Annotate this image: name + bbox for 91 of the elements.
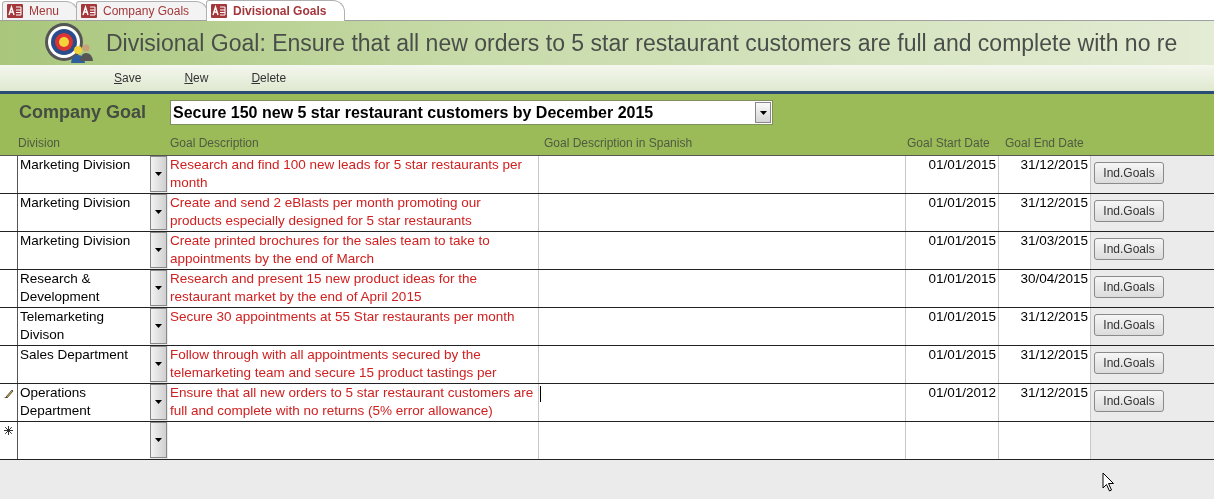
caret-icon (155, 172, 162, 176)
table-cell[interactable]: Research and find 100 new leads for 5 star restaurants per month (168, 156, 539, 193)
table-cell[interactable] (539, 308, 906, 345)
table-cell[interactable] (539, 156, 906, 193)
table-cell[interactable]: Create printed brochures for the sales team to take to appointments by the end of March (168, 232, 539, 269)
table-cell[interactable] (539, 384, 906, 421)
table-cell[interactable]: 31/12/2015 (999, 384, 1091, 421)
table-cell[interactable]: Marketing Division (18, 156, 150, 193)
row-selector[interactable] (0, 346, 18, 383)
app-icon (7, 4, 23, 18)
row-selector[interactable] (0, 422, 18, 459)
document-tab[interactable]: Menu (2, 1, 79, 20)
row-selector[interactable] (0, 308, 18, 345)
table-cell[interactable]: Follow through with all appointments secured by the telemarketing team and secure 15 product tastings per (168, 346, 539, 383)
dropdown-button[interactable] (150, 232, 167, 268)
caret-icon (155, 362, 162, 366)
form-title: Divisional Goal: Ensure that all new orders to 5 star restaurant customers are full and complete with no re (106, 29, 1178, 57)
table-cell[interactable]: 30/04/2015 (999, 270, 1091, 307)
ind-goals-button[interactable]: Ind.Goals (1094, 276, 1164, 298)
table-cell[interactable] (539, 232, 906, 269)
dropdown-button[interactable] (150, 346, 167, 382)
table-cell[interactable]: Telemarketing Divison (18, 308, 150, 345)
table-cell[interactable]: 01/01/2015 (906, 194, 999, 231)
caret-icon (155, 438, 162, 442)
row-selector[interactable] (0, 232, 18, 269)
dropdown-button[interactable] (150, 156, 167, 192)
mouse-pointer-icon (1102, 472, 1115, 492)
caret-icon (759, 110, 767, 115)
table-cell[interactable]: 31/12/2015 (999, 156, 1091, 193)
table-cell[interactable]: 01/01/2015 (906, 156, 999, 193)
ind-goals-button[interactable]: Ind.Goals (1094, 390, 1164, 412)
table-cell[interactable]: 01/01/2015 (906, 346, 999, 383)
app-icon (81, 4, 98, 18)
table-cell[interactable]: 31/12/2015 (999, 194, 1091, 231)
column-header: Division (18, 136, 61, 150)
table-cell[interactable]: 01/01/2012 (906, 384, 999, 421)
toolbar-button[interactable]: Save (110, 69, 146, 87)
table-cell[interactable]: Ensure that all new orders to 5 star restaurant customers are full and complete with no returns (5% error allowance) (168, 384, 539, 421)
dropdown-button[interactable] (150, 422, 167, 458)
table-cell[interactable] (906, 422, 999, 459)
table-cell[interactable] (539, 270, 906, 307)
table-cell[interactable]: Sales Department (18, 346, 150, 383)
app-icon (211, 4, 228, 18)
table-cell[interactable] (18, 422, 150, 459)
new-record-icon (4, 426, 13, 435)
ind-goals-button[interactable]: Ind.Goals (1094, 238, 1164, 260)
document-tab[interactable]: Company Goals (76, 1, 209, 20)
column-header: Goal Start Date (907, 136, 991, 150)
table-cell[interactable]: 01/01/2015 (906, 308, 999, 345)
caret-icon (155, 324, 162, 328)
table-cell[interactable] (539, 346, 906, 383)
table-cell[interactable] (168, 422, 539, 459)
table-cell[interactable]: Create and send 2 eBlasts per month promoting our products especially designed for 5 star restaurants (168, 194, 539, 231)
row-selector[interactable] (0, 194, 18, 231)
column-header: Goal Description (170, 136, 260, 150)
row-selector[interactable] (0, 384, 18, 421)
table-cell[interactable]: 01/01/2015 (906, 270, 999, 307)
table-cell[interactable]: Research & Development (18, 270, 150, 307)
table-cell[interactable]: 31/12/2015 (999, 308, 1091, 345)
table-cell[interactable]: 31/03/2015 (999, 232, 1091, 269)
toolbar-button[interactable]: New (180, 69, 213, 87)
caret-icon (155, 400, 162, 404)
row-selector[interactable] (0, 270, 18, 307)
table-cell[interactable]: 01/01/2015 (906, 232, 999, 269)
ind-goals-button[interactable]: Ind.Goals (1094, 200, 1164, 222)
document-tab[interactable]: Divisional Goals (206, 0, 346, 21)
ind-goals-button[interactable]: Ind.Goals (1094, 352, 1164, 374)
ind-goals-button[interactable]: Ind.Goals (1094, 162, 1164, 184)
caret-icon (155, 248, 162, 252)
ind-goals-button[interactable]: Ind.Goals (1094, 314, 1164, 336)
dropdown-button[interactable] (150, 270, 167, 306)
column-header: Goal End Date (1005, 136, 1085, 150)
column-header: Goal Description in Spanish (543, 136, 693, 150)
table-cell[interactable] (539, 422, 906, 459)
toolbar-button[interactable]: Delete (247, 69, 291, 87)
table-cell[interactable]: Marketing Division (18, 232, 150, 269)
company-goal-combo[interactable]: Secure 150 new 5 star restaurant customers by December 2015 (170, 100, 773, 125)
row-selector[interactable] (0, 156, 18, 193)
table-cell[interactable]: Marketing Division (18, 194, 150, 231)
table-cell[interactable] (999, 422, 1091, 459)
table-cell[interactable]: Research and present 15 new product ideas for the restaurant market by the end of April 2015 (168, 270, 539, 307)
dropdown-button[interactable] (150, 194, 167, 230)
table-cell[interactable]: Operations Department (18, 384, 150, 421)
dropdown-button[interactable] (150, 384, 167, 420)
table-cell[interactable]: Secure 30 appointments at 55 Star restaurants per month (168, 308, 539, 345)
field-label: Company Goal (18, 102, 148, 123)
caret-icon (155, 286, 162, 290)
table-cell[interactable] (539, 194, 906, 231)
caret-icon (155, 210, 162, 214)
table-cell[interactable]: 31/12/2015 (999, 346, 1091, 383)
dropdown-button[interactable] (150, 308, 167, 344)
